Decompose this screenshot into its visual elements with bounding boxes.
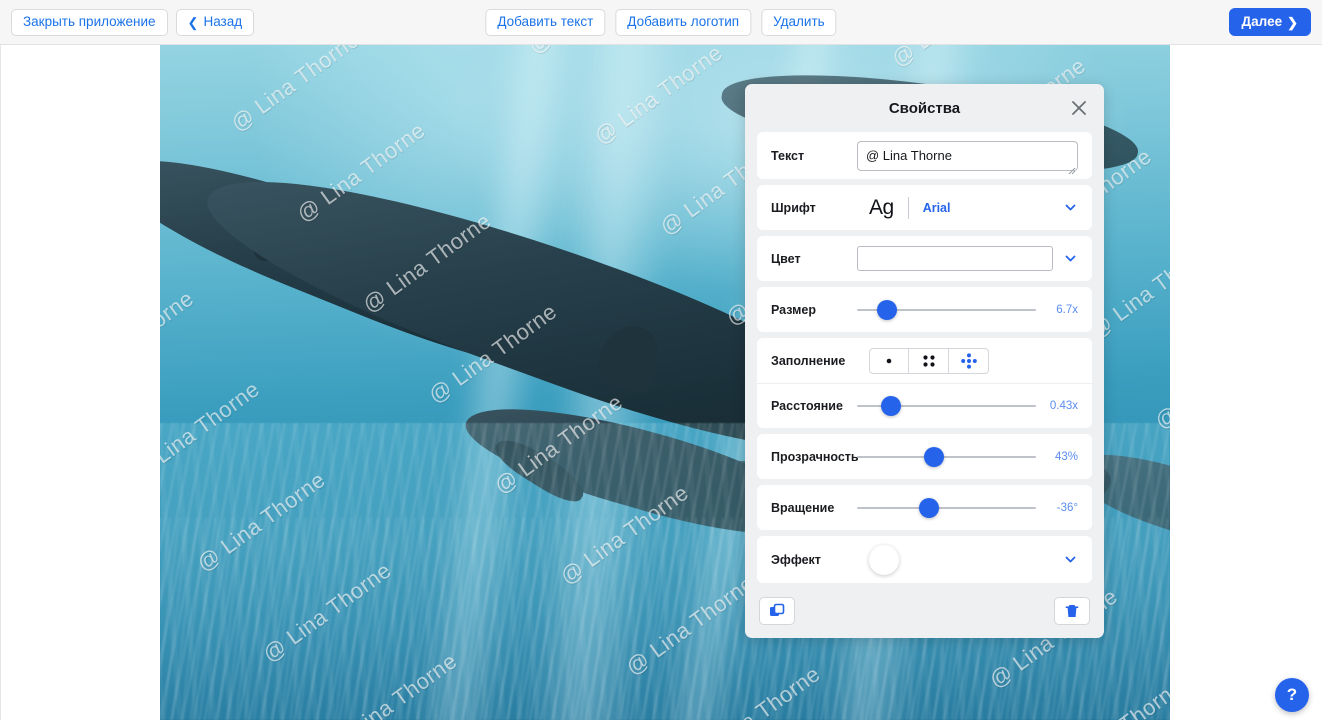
opacity-label: Прозрачность [771,449,859,464]
font-preview: Ag [869,195,894,219]
top-toolbar: Закрыть приложение ❮ Назад Добавить текс… [0,0,1322,45]
back-label: Назад [203,14,243,30]
slider-track [857,455,1036,458]
effect-swatch[interactable] [869,544,899,575]
opacity-value: 43% [1054,450,1078,463]
panel-footer [745,584,1104,638]
add-text-label: Добавить текст [497,14,594,30]
effect-label: Эффект [771,552,821,567]
distance-value: 0.43x [1049,400,1078,412]
size-value: 6.7x [1056,303,1078,316]
opacity-slider[interactable] [857,446,1036,468]
text-input[interactable] [857,140,1078,171]
slider-thumb[interactable] [881,396,901,416]
font-label: Шрифт [771,200,816,215]
slider-thumb[interactable] [918,497,939,518]
toolbar-center-group: Добавить текст Добавить логотип Удалить [485,8,837,36]
distance-slider[interactable] [857,395,1036,417]
fill-options-group [869,347,989,374]
panel-title: Свойства [888,99,961,117]
row-color: Цвет [757,236,1092,281]
fill-option-grid[interactable] [909,347,949,374]
row-distance: Расстояние 0.43x [757,383,1092,428]
rotation-slider[interactable] [857,497,1036,519]
close-icon[interactable] [1068,97,1090,119]
color-swatch[interactable] [857,246,1053,271]
slider-track [857,506,1036,509]
size-slider[interactable] [857,299,1036,321]
panel-header: Свойства [745,84,1104,132]
add-logo-label: Добавить логотип [627,14,740,30]
next-button[interactable]: Далее ❯ [1228,8,1311,36]
chevron-down-icon[interactable] [1063,251,1078,266]
chevron-right-icon: ❯ [1287,14,1298,30]
row-text: Текст [757,132,1092,179]
next-label: Далее [1241,14,1283,30]
slider-thumb[interactable] [923,446,944,467]
close-app-label: Закрыть приложение [23,14,156,30]
fill-option-single[interactable] [869,347,909,374]
distance-label: Расстояние [771,399,843,413]
close-app-button[interactable]: Закрыть приложение [11,8,168,36]
fill-option-diamond[interactable] [949,347,989,374]
trash-icon[interactable] [1054,597,1090,625]
duplicate-icon[interactable] [759,597,795,625]
color-label: Цвет [771,251,801,266]
row-effect: Эффект [757,536,1092,583]
rotation-label: Вращение [771,500,835,515]
back-button[interactable]: ❮ Назад [175,8,255,36]
app-root: Закрыть приложение ❮ Назад Добавить текс… [0,0,1322,720]
slider-thumb[interactable] [877,299,898,320]
toolbar-right-group: Далее ❯ [1228,8,1311,36]
add-logo-button[interactable]: Добавить логотип [615,8,752,36]
toolbar-left-group: Закрыть приложение ❮ Назад [0,8,255,36]
delete-button[interactable]: Удалить [761,8,837,36]
row-rotation: Вращение -36° [757,485,1092,530]
chevron-left-icon: ❮ [187,14,199,30]
chevron-down-icon[interactable] [1063,200,1078,215]
chevron-down-icon[interactable] [1063,552,1078,567]
row-size: Размер 6.7x [757,287,1092,332]
panel-body: Текст Шрифт Ag Arial [745,132,1104,584]
row-fill: Заполнение [757,338,1092,383]
row-font: Шрифт Ag Arial [757,185,1092,230]
properties-panel: Свойства Текст Шриф [745,84,1104,638]
text-label: Текст [771,148,805,163]
rotation-value: -36° [1056,501,1078,514]
help-button[interactable]: ? [1275,678,1309,712]
divider [907,196,909,219]
delete-label: Удалить [773,14,825,30]
add-text-button[interactable]: Добавить текст [485,8,606,36]
row-opacity: Прозрачность 43% [757,434,1092,479]
question-mark-icon: ? [1286,685,1298,704]
font-value[interactable]: Arial [923,201,1063,215]
fill-label: Заполнение [771,353,846,368]
size-label: Размер [771,302,817,317]
canvas-area: @ Lina Thorne @ Lina Thorne @ Lina Thorn… [0,45,1322,720]
